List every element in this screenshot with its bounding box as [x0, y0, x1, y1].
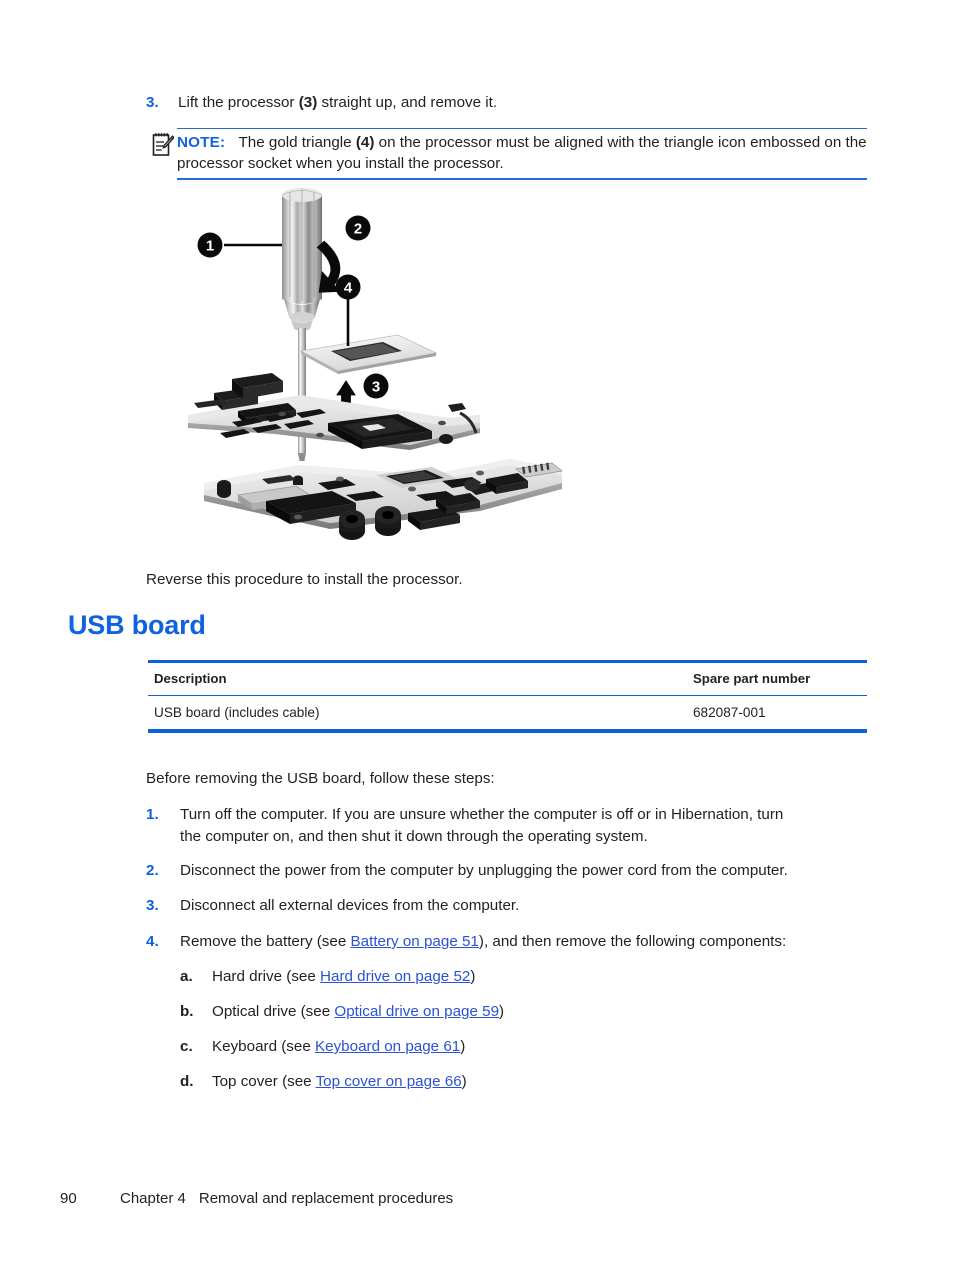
list-item-text: Hard drive (see Hard drive on page 52)	[212, 966, 475, 988]
list-item-text: Keyboard (see Keyboard on page 61)	[212, 1036, 465, 1058]
link-optical-drive-on-page-59[interactable]: Optical drive on page 59	[334, 1003, 499, 1020]
link-hard-drive-on-page-52[interactable]: Hard drive on page 52	[320, 968, 470, 985]
list-item: 3. Disconnect all external devices from …	[146, 895, 866, 917]
list-item-text: Remove the battery (see Battery on page …	[180, 931, 786, 953]
note-label: NOTE:	[177, 134, 226, 152]
document-page: 3. Lift the processor (3) straight up, a…	[0, 0, 954, 1270]
list-item-text: Top cover (see Top cover on page 66)	[212, 1071, 467, 1093]
cell-part-number: 682087-001	[693, 705, 766, 721]
note-body: NOTE: The gold triangle (4) on the proce…	[177, 129, 867, 178]
list-item: b. Optical drive (see Optical drive on p…	[180, 1001, 870, 1023]
usb-board-spare-parts-table: Description Spare part number USB board …	[148, 660, 867, 733]
page-title: USB board	[68, 610, 206, 640]
processor	[299, 334, 438, 374]
reverse-procedure-text: Reverse this procedure to install the pr…	[146, 571, 463, 588]
list-marker: d.	[180, 1073, 194, 1090]
list-item: 2. Disconnect the power from the compute…	[146, 860, 866, 882]
substep-post-text: )	[470, 968, 476, 985]
substep-post-text: )	[460, 1038, 466, 1055]
list-item: a. Hard drive (see Hard drive on page 52…	[180, 966, 870, 988]
list-item: 3. Lift the processor (3) straight up, a…	[146, 92, 866, 114]
list-marker: c.	[180, 1038, 193, 1055]
list-item: 1. Turn off the computer. If you are uns…	[146, 804, 866, 847]
list-item: c. Keyboard (see Keyboard on page 61)	[180, 1036, 870, 1058]
substep-post-text: )	[499, 1003, 505, 1020]
substep-pre-text: Top cover (see	[212, 1073, 316, 1090]
column-header-spare-part-number: Spare part number	[693, 671, 811, 687]
page-footer: 90 Chapter 4 Removal and replacement pro…	[60, 1190, 453, 1207]
list-item: 4. Remove the battery (see Battery on pa…	[146, 931, 866, 953]
list-item-text: Optical drive (see Optical drive on page…	[212, 1001, 504, 1023]
svg-text:4: 4	[344, 280, 353, 297]
intro-text: Before removing the USB board, follow th…	[146, 770, 495, 787]
list-marker: 1.	[146, 806, 159, 823]
list-marker: 4.	[146, 933, 159, 950]
list-item: d. Top cover (see Top cover on page 66)	[180, 1071, 870, 1093]
callout-1: 1	[197, 232, 282, 258]
note-bottom-rule	[177, 178, 867, 180]
svg-text:2: 2	[354, 221, 362, 238]
substep-pre-text: Optical drive (see	[212, 1003, 335, 1020]
table-header-row: Description Spare part number	[148, 663, 867, 695]
list-item-text: Disconnect all external devices from the…	[180, 897, 520, 914]
callout-ref: (3)	[298, 94, 318, 111]
substep-post-text: )	[461, 1073, 467, 1090]
column-header-description: Description	[154, 671, 227, 687]
list-marker: 3.	[146, 897, 159, 914]
step4-pre-text: Remove the battery (see	[180, 933, 351, 950]
note-pencil-icon	[152, 131, 175, 157]
list-marker: 3.	[146, 94, 159, 111]
substep-pre-text: Keyboard (see	[212, 1038, 315, 1055]
link-top-cover-on-page-66[interactable]: Top cover on page 66	[316, 1073, 462, 1090]
list-item-line: the computer on, and then shut it down t…	[180, 827, 648, 845]
link-battery-on-page-51[interactable]: Battery on page 51	[351, 933, 479, 950]
list-marker: 2.	[146, 862, 159, 879]
cell-description: USB board (includes cable)	[154, 705, 320, 721]
list-item-text: Lift the processor (3) straight up, and …	[178, 94, 498, 111]
table-bottom-rule	[148, 729, 867, 733]
processor-removal-illustration: 1 2 4 3	[180, 183, 570, 551]
svg-text:3: 3	[372, 379, 380, 396]
list-item-text: Disconnect the power from the computer b…	[180, 862, 788, 879]
list-item-line: Turn off the computer. If you are unsure…	[180, 806, 784, 823]
list-marker: a.	[180, 968, 193, 985]
callout-4: 4	[335, 274, 361, 346]
callout-ref: (4)	[355, 134, 375, 152]
table-row: USB board (includes cable) 682087-001	[148, 696, 867, 729]
note-text: The gold triangle (4) on the processor m…	[177, 134, 867, 173]
substep-pre-text: Hard drive (see	[212, 968, 321, 985]
list-marker: b.	[180, 1003, 194, 1020]
link-keyboard-on-page-61[interactable]: Keyboard on page 61	[315, 1038, 460, 1055]
footer-chapter-title: Removal and replacement procedures	[198, 1190, 454, 1207]
list-item-text: Turn off the computer. If you are unsure…	[180, 804, 783, 847]
footer-page-number: 90	[60, 1190, 77, 1207]
note-callout: NOTE: The gold triangle (4) on the proce…	[177, 128, 867, 180]
step4-post-text: ), and then remove the following compone…	[478, 933, 787, 950]
svg-text:1: 1	[206, 238, 214, 255]
footer-chapter: Chapter 4	[120, 1190, 186, 1207]
